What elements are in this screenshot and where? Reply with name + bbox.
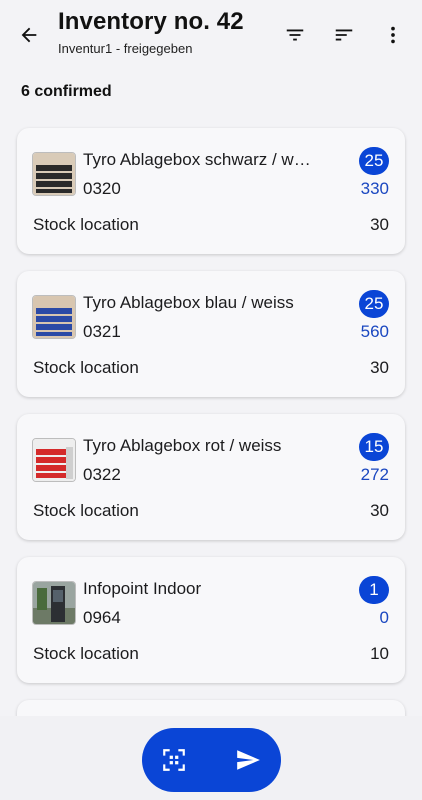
stock-location-label: Stock location <box>33 501 139 520</box>
count-badge: 1 <box>359 576 389 604</box>
item-quantity: 272 <box>360 465 389 484</box>
item-name: Tyro Ablagebox schwarz / w… <box>83 150 311 169</box>
stock-location-label: Stock location <box>33 215 139 234</box>
product-thumbnail <box>32 152 76 196</box>
app-bar: Inventory no. 42 Inventur1 - freigegeben <box>0 0 422 72</box>
item-code: 0321 <box>83 322 121 341</box>
item-name: Tyro Ablagebox blau / weiss <box>83 293 294 312</box>
stock-location-label: Stock location <box>33 644 139 663</box>
item-quantity: 0 <box>379 608 389 627</box>
inventory-item-card[interactable]: Tyro Ablagebox schwarz / w… 0320 25 330 … <box>17 128 405 254</box>
inventory-item-card[interactable]: Tyro Ablagebox rot / weiss 0322 15 272 S… <box>17 414 405 540</box>
back-arrow-icon[interactable] <box>14 20 44 50</box>
inventory-list: Tyro Ablagebox schwarz / w… 0320 25 330 … <box>17 128 405 740</box>
more-vert-icon[interactable] <box>378 20 408 50</box>
product-thumbnail <box>32 295 76 339</box>
item-code: 0964 <box>83 608 121 627</box>
send-icon[interactable] <box>234 746 262 774</box>
stock-location-value: 10 <box>370 644 389 663</box>
inventory-item-card[interactable]: Infopoint Indoor 0964 1 0 Stock location… <box>17 557 405 683</box>
confirmed-count: 6 confirmed <box>21 83 112 100</box>
sort-icon[interactable] <box>329 20 359 50</box>
page-subtitle: Inventur1 - freigegeben <box>58 41 193 56</box>
item-quantity: 560 <box>360 322 389 341</box>
item-code: 0320 <box>83 179 121 198</box>
item-name: Infopoint Indoor <box>83 579 202 598</box>
item-code: 0322 <box>83 465 121 484</box>
item-name: Tyro Ablagebox rot / weiss <box>83 436 282 455</box>
product-thumbnail <box>32 438 76 482</box>
filter-icon[interactable] <box>280 20 310 50</box>
stock-location-label: Stock location <box>33 358 139 377</box>
page-title: Inventory no. 42 <box>58 8 244 35</box>
stock-location-value: 30 <box>370 358 389 377</box>
count-badge: 15 <box>359 433 389 461</box>
stock-location-value: 30 <box>370 501 389 520</box>
product-thumbnail <box>32 581 76 625</box>
inventory-item-card[interactable]: Tyro Ablagebox blau / weiss 0321 25 560 … <box>17 271 405 397</box>
action-fab <box>142 728 281 792</box>
count-badge: 25 <box>359 147 389 175</box>
item-quantity: 330 <box>360 179 389 198</box>
qr-scan-icon[interactable] <box>160 746 188 774</box>
stock-location-value: 30 <box>370 215 389 234</box>
count-badge: 25 <box>359 290 389 318</box>
